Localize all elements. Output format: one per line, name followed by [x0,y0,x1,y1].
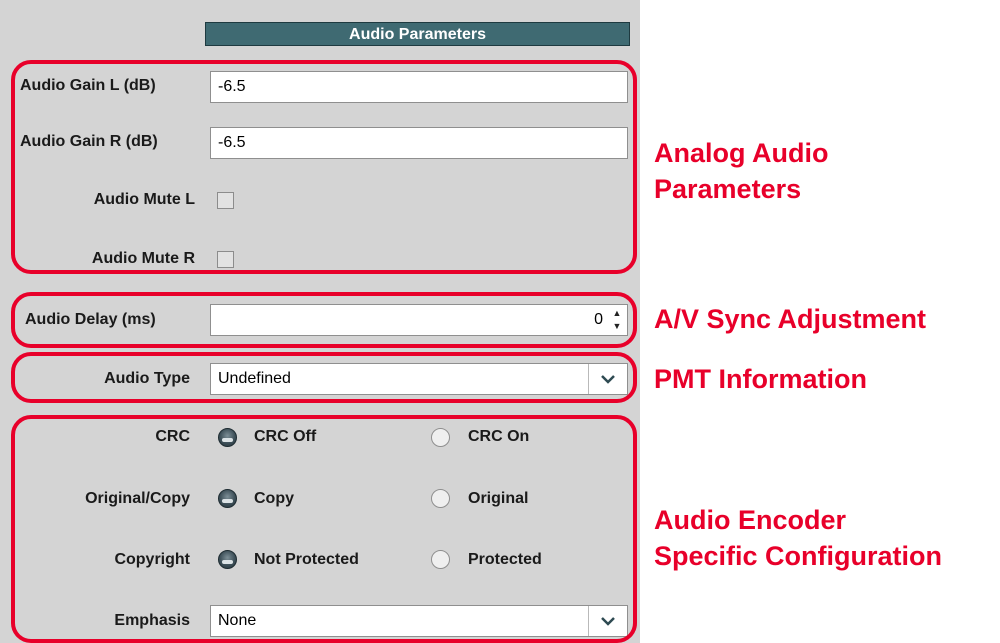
encoder-annotation-line2: Specific Configuration [654,541,943,571]
analog-annotation-line2: Parameters [654,174,802,204]
pmt-outline [11,352,637,403]
pmt-annotation: PMT Information [654,364,867,394]
encoder-outline [11,415,637,643]
analog-annotation-line1: Analog Audio [654,138,829,168]
encoder-annotation-line1: Audio Encoder [654,505,847,535]
panel-title: Audio Parameters [205,22,630,46]
av-sync-annotation: A/V Sync Adjustment [654,304,927,334]
analog-audio-outline [11,60,637,274]
av-sync-outline [11,292,637,348]
